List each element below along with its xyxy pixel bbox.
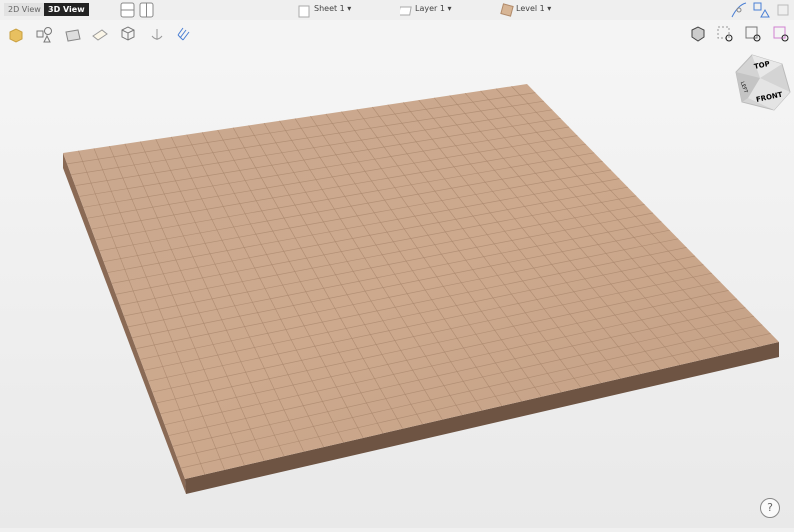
tab-2d-view[interactable]: 2D View <box>4 3 45 16</box>
zoom-material-icon[interactable] <box>773 26 791 44</box>
sheet-dropdown[interactable]: Sheet 1 ▾ <box>314 4 351 13</box>
view-cube[interactable]: TOP FRONT LEFT <box>734 50 792 114</box>
board-model <box>63 84 779 494</box>
zoom-extents-icon[interactable] <box>745 26 763 44</box>
view-toolbar <box>0 20 794 50</box>
layer-dropdown[interactable]: Layer 1 ▾ <box>415 4 452 13</box>
level-icon <box>500 3 514 17</box>
zoom-selection-icon[interactable] <box>717 26 735 44</box>
sheet-icon <box>298 5 310 18</box>
shapes-icon[interactable] <box>36 26 54 44</box>
toolpath-icon[interactable] <box>175 25 193 43</box>
level-dropdown[interactable]: Level 1 ▾ <box>516 4 551 13</box>
tab-3d-view[interactable]: 3D View <box>44 3 89 16</box>
view-orientation-icon[interactable] <box>690 26 706 42</box>
anchor-icon[interactable] <box>148 26 166 44</box>
layer-icon <box>400 6 412 16</box>
snap-icons[interactable] <box>730 1 792 19</box>
top-bar: 2D View 3D View Sheet 1 ▾ Layer 1 ▾ Leve… <box>0 0 794 20</box>
shaded-view-icon[interactable] <box>8 27 24 43</box>
wireframe-icon[interactable] <box>119 25 137 43</box>
split-layout-icons[interactable] <box>120 2 154 18</box>
3d-viewport[interactable] <box>0 20 794 528</box>
help-button[interactable]: ? <box>760 498 780 518</box>
image-icon[interactable] <box>64 26 82 44</box>
sheet-material-icon[interactable] <box>91 26 109 44</box>
